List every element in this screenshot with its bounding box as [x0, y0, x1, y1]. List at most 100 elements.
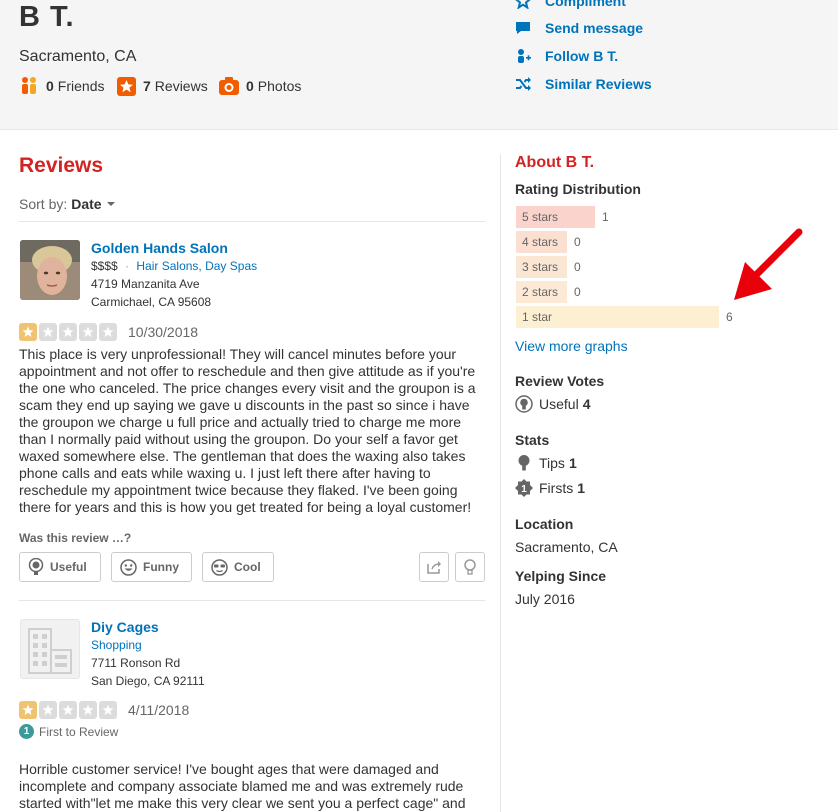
location-title: Location — [515, 516, 574, 532]
review-text: Horrible customer service! I've bought a… — [19, 761, 466, 811]
first-badge-icon: 1 — [515, 479, 533, 497]
distribution-count: 0 — [574, 235, 581, 249]
location-value: Sacramento, CA — [515, 539, 618, 555]
category-links[interactable]: Hair Salons, Day Spas — [136, 259, 257, 273]
review-votes-title: Review Votes — [515, 373, 605, 389]
star-rating — [19, 701, 119, 719]
distribution-row-2: 2 stars 0 — [516, 281, 581, 303]
cool-button[interactable]: Cool — [202, 552, 274, 582]
distribution-count: 0 — [574, 260, 581, 274]
distribution-row-1: 1 star 6 — [516, 306, 733, 328]
funny-button[interactable]: Funny — [111, 552, 192, 582]
distribution-bar: 5 stars — [516, 206, 595, 228]
user-location: Sacramento, CA — [19, 48, 137, 65]
business-photo[interactable] — [20, 240, 80, 300]
photos-stat: 0 Photos — [219, 76, 301, 96]
star-icon — [19, 701, 37, 719]
send-message-label: Send message — [545, 20, 644, 36]
business-name-link[interactable]: Diy Cages — [91, 619, 159, 635]
firsts-label: Firsts — [539, 480, 574, 496]
was-helpful-prompt: Was this review …? — [19, 531, 132, 545]
yelping-since-title: Yelping Since — [515, 568, 607, 584]
tip-icon — [518, 455, 530, 471]
share-button[interactable] — [419, 552, 449, 582]
sort-dropdown[interactable]: Sort by: Date — [19, 196, 115, 212]
photos-count: 0 — [246, 78, 254, 94]
review-date: 4/11/2018 — [128, 702, 190, 718]
profile-header: B T. Sacramento, CA 0 Friends 7 Reviews … — [0, 0, 838, 130]
useful-votes-label: Useful — [539, 396, 579, 412]
follow-link[interactable]: Follow B T. — [515, 46, 618, 66]
share-icon — [427, 561, 441, 574]
business-name-link[interactable]: Golden Hands Salon — [91, 240, 228, 256]
distribution-count: 0 — [574, 285, 581, 299]
useful-votes: Useful 4 — [515, 395, 590, 413]
compliment-label: Compliment — [545, 0, 626, 9]
stats-title: Stats — [515, 432, 550, 448]
star-icon — [79, 701, 97, 719]
compliment-link[interactable]: Compliment — [515, 0, 626, 11]
first-to-review-label: First to Review — [39, 724, 119, 739]
send-message-link[interactable]: Send message — [515, 18, 643, 38]
first-to-review-badge: 1 First to Review — [19, 724, 118, 739]
funny-label: Funny — [143, 560, 179, 574]
friends-stat: 0 Friends — [19, 76, 104, 96]
tips-stat: Tips 1 — [515, 454, 577, 472]
star-icon — [39, 701, 57, 719]
reviews-label: Reviews — [154, 78, 208, 94]
similar-reviews-link[interactable]: Similar Reviews — [515, 74, 652, 94]
divider — [19, 600, 485, 601]
follow-label: Follow B T. — [545, 48, 619, 64]
star-rating — [19, 323, 119, 341]
bookmark-button[interactable] — [455, 552, 485, 582]
business-photo-placeholder[interactable] — [20, 619, 80, 679]
tips-count: 1 — [568, 455, 577, 471]
reviews-stat: 7 Reviews — [117, 76, 208, 96]
reviews-heading: Reviews — [19, 154, 104, 177]
price-range: $$$$ — [91, 259, 118, 273]
business-address-line2: San Diego, CA 92111 — [91, 674, 205, 688]
review-text: This place is very unprofessional! They … — [19, 346, 476, 515]
sort-value: Date — [71, 196, 102, 212]
distribution-bar: 4 stars — [516, 231, 567, 253]
chevron-down-icon — [106, 202, 115, 206]
business-address-line2: Carmichael, CA 95608 — [91, 295, 212, 309]
tips-label: Tips — [539, 455, 565, 471]
yelping-since-value: July 2016 — [515, 591, 575, 607]
photos-label: Photos — [257, 78, 302, 94]
lightbulb-icon — [515, 395, 533, 413]
sort-label: Sort by: — [19, 196, 68, 212]
distribution-count: 6 — [726, 310, 733, 324]
annotation-arrow-icon — [734, 228, 803, 300]
distribution-row-3: 3 stars 0 — [516, 256, 581, 278]
business-address-line1: 7711 Ronson Rd — [91, 656, 181, 670]
view-more-graphs-link[interactable]: View more graphs — [515, 338, 628, 354]
review-date: 10/30/2018 — [128, 324, 199, 340]
lightbulb-icon — [28, 558, 44, 575]
star-icon — [19, 323, 37, 341]
star-icon — [79, 323, 97, 341]
distribution-row-4: 4 stars 0 — [516, 231, 581, 253]
svg-text:1: 1 — [521, 484, 527, 495]
building-icon — [28, 628, 72, 674]
star-icon — [59, 701, 77, 719]
useful-button[interactable]: Useful — [19, 552, 101, 582]
business-address-line1: 4719 Manzanita Ave — [91, 277, 200, 291]
rating-distribution-title: Rating Distribution — [515, 181, 641, 197]
shuffle-icon — [516, 77, 531, 91]
firsts-stat: 1 Firsts 1 — [515, 479, 585, 497]
business-photo-image — [20, 240, 80, 300]
star-icon — [99, 701, 117, 719]
distribution-bar: 3 stars — [516, 256, 567, 278]
sunglasses-icon — [211, 558, 228, 576]
message-icon — [516, 22, 530, 34]
star-icon — [59, 323, 77, 341]
category-links[interactable]: Shopping — [91, 638, 142, 652]
star-icon — [117, 76, 136, 96]
divider — [19, 221, 485, 222]
friends-count: 0 — [46, 78, 54, 94]
useful-label: Useful — [50, 560, 87, 574]
firsts-count: 1 — [577, 480, 586, 496]
follow-icon — [518, 49, 531, 63]
friends-icon — [22, 77, 36, 94]
